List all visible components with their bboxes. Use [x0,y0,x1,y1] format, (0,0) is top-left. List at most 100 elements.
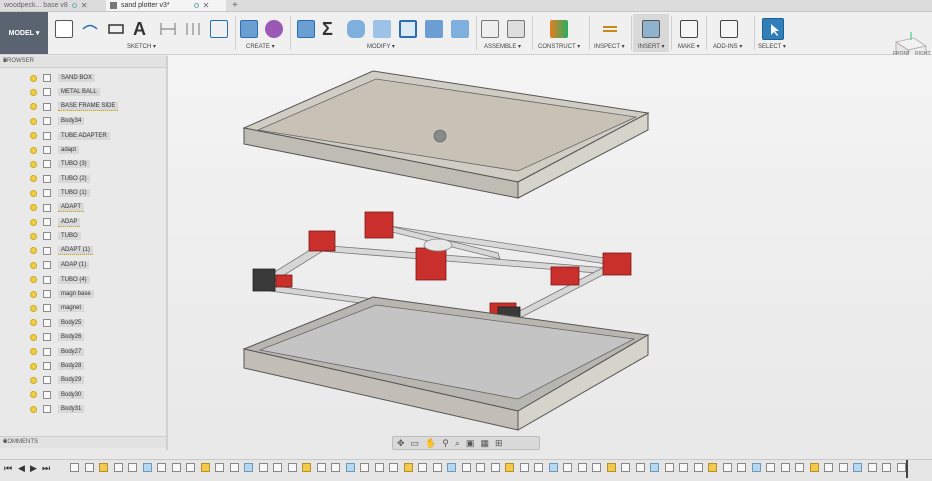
browser-item[interactable]: Body31 [30,403,85,415]
form-icon[interactable] [265,20,283,38]
visibility-bulb-icon[interactable] [30,391,37,399]
insert-image-icon[interactable] [642,20,660,38]
scale-icon[interactable] [451,20,469,38]
workspace-switcher[interactable]: MODEL ▾ [0,12,48,54]
timeline-feature-icon[interactable] [606,463,616,472]
timeline-feature-icon[interactable] [287,463,297,472]
timeline-feature-icon[interactable] [447,463,456,472]
zoom-window-icon[interactable]: ⌕ [455,438,460,449]
zoom-icon[interactable]: ⚲ [442,438,449,449]
timeline-feature-icon[interactable] [432,463,442,472]
browser-item[interactable]: TUBO (2) [30,173,90,185]
visibility-bulb-icon[interactable] [30,146,37,154]
browser-item[interactable]: Body34 [30,115,85,127]
visibility-bulb-icon[interactable] [30,261,37,269]
chamfer-icon[interactable] [373,20,391,38]
look-at-icon[interactable]: ▭ [411,438,420,449]
timeline-feature-icon[interactable] [157,463,166,472]
add-ins-menu[interactable]: ADD-INS ▾ [713,43,742,50]
timeline-feature-icon[interactable] [171,463,181,472]
visibility-bulb-icon[interactable] [30,319,37,327]
timeline-feature-icon[interactable] [360,463,369,472]
visibility-bulb-icon[interactable] [30,218,37,226]
scripts-icon[interactable] [720,20,738,38]
timeline-feature-icon[interactable] [737,463,746,472]
timeline-feature-icon[interactable] [505,463,514,472]
browser-item[interactable]: magn base [30,288,94,300]
assemble-menu[interactable]: ASSEMBLE ▾ [484,43,521,50]
timeline-feature-icon[interactable] [273,463,282,472]
timeline-feature-icon[interactable] [766,463,775,472]
timeline-feature-icon[interactable] [418,463,427,472]
timeline-feature-icon[interactable] [215,463,224,472]
browser-item[interactable]: ADAP [30,216,81,228]
sketch-menu[interactable]: SKETCH ▾ [127,43,156,50]
timeline-feature-icon[interactable] [867,463,877,472]
close-icon[interactable]: ✕ [81,1,88,10]
browser-item[interactable]: METAL BALL [30,86,100,98]
inspect-menu[interactable]: INSPECT ▾ [594,43,625,50]
timeline-feature-icon[interactable] [751,463,761,472]
timeline-feature-icon[interactable] [345,463,355,472]
create-sketch-icon[interactable] [55,20,73,38]
visibility-bulb-icon[interactable] [30,132,37,140]
timeline-feature-icon[interactable] [476,463,485,472]
timeline-feature-icon[interactable] [316,463,326,472]
timeline-feature-icon[interactable] [142,463,152,472]
timeline-feature-icon[interactable] [708,463,717,472]
comments-options-icon[interactable]: ● [3,438,160,445]
timeline-feature-icon[interactable] [403,463,413,472]
select-menu[interactable]: SELECT ▾ [758,43,786,50]
modify-menu[interactable]: MODIFY ▾ [367,43,395,50]
tab-woodpecker[interactable]: woodpeck... base v8 ✕ [0,0,104,11]
browser-item[interactable]: ADAPT (1) [30,245,93,257]
browser-item[interactable]: magnet [30,302,85,314]
timeline-feature-icon[interactable] [809,463,819,472]
make-menu[interactable]: MAKE ▾ [678,43,700,50]
timeline-feature-icon[interactable] [824,463,833,472]
browser-item[interactable]: ADAP (1) [30,259,90,271]
text-icon[interactable]: A [133,20,151,38]
play-icon[interactable]: ▶ [30,463,37,474]
visibility-bulb-icon[interactable] [30,189,37,197]
timeline-feature-icon[interactable] [838,463,848,472]
timeline-feature-icon[interactable] [795,463,804,472]
timeline-feature-icon[interactable] [693,463,703,472]
go-to-end-icon[interactable]: ⏭ [42,463,50,474]
timeline-feature-icon[interactable] [113,463,123,472]
create-menu[interactable]: CREATE ▾ [246,43,275,50]
timeline-feature-icon[interactable] [70,463,79,472]
visibility-bulb-icon[interactable] [30,348,37,356]
timeline-feature-icon[interactable] [548,463,558,472]
browser-item[interactable]: TUBO [30,230,81,242]
timeline-feature-icon[interactable] [635,463,645,472]
visibility-bulb-icon[interactable] [30,276,37,284]
timeline-feature-icon[interactable] [853,463,862,472]
timeline-feature-icon[interactable] [258,463,268,472]
press-pull-icon[interactable] [297,20,315,38]
browser-item[interactable]: Body27 [30,346,85,358]
timeline-feature-icon[interactable] [374,463,384,472]
visibility-bulb-icon[interactable] [30,333,37,341]
timeline-feature-icon[interactable] [592,463,601,472]
joint-icon[interactable] [507,20,525,38]
visibility-bulb-icon[interactable] [30,117,37,125]
sigma-icon[interactable]: Σ [322,20,340,38]
browser-item[interactable]: Body29 [30,374,85,386]
construct-menu[interactable]: CONSTRUCT ▾ [538,43,580,50]
browser-item[interactable]: TUBE ADAPTER [30,130,110,142]
visibility-bulb-icon[interactable] [30,175,37,183]
browser-item[interactable]: TUBO (1) [30,187,90,199]
timeline-feature-icon[interactable] [389,463,398,472]
viewports-icon[interactable]: ⊞ [495,438,503,449]
orbit-icon[interactable]: ✥ [397,438,405,449]
step-back-icon[interactable]: ◀ [18,463,25,474]
browser-item[interactable]: Body28 [30,360,85,372]
select-icon[interactable] [762,18,784,40]
shell-icon[interactable] [399,20,417,38]
combine-icon[interactable] [425,20,443,38]
timeline-feature-icon[interactable] [200,463,210,472]
visibility-bulb-icon[interactable] [30,232,37,240]
timeline-feature-icon[interactable] [84,463,94,472]
3d-print-icon[interactable] [680,20,698,38]
